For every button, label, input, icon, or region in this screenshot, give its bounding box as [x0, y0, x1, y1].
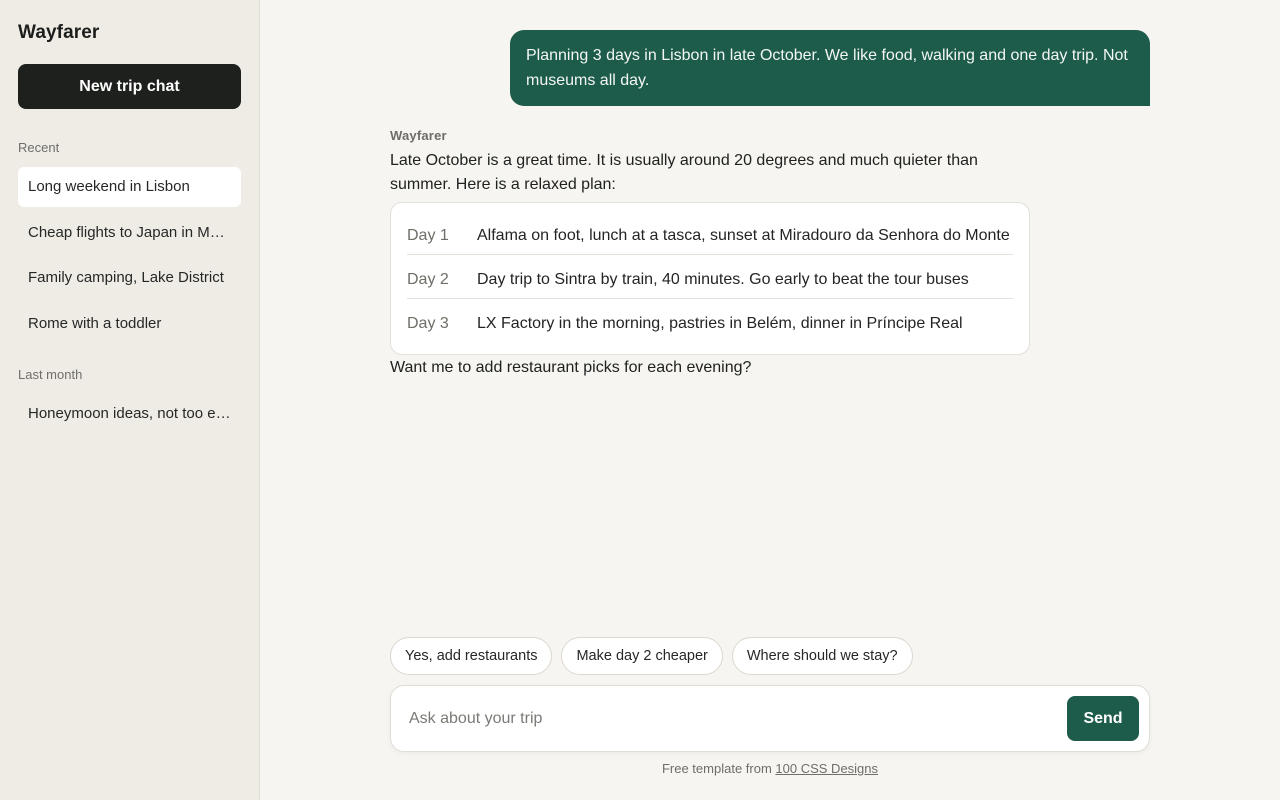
footer-credit: Free template from 100 CSS Designs	[390, 761, 1150, 776]
assistant-intro: Late October is a great time. It is usua…	[390, 152, 978, 193]
sidebar-item-family-camping[interactable]: Family camping, Lake District	[18, 258, 241, 298]
suggestion-cheaper-day-2[interactable]: Make day 2 cheaper	[561, 637, 723, 675]
sidebar-item-japan-flights[interactable]: Cheap flights to Japan in March	[18, 213, 241, 253]
chat-main: Planning 3 days in Lisbon in late Octobe…	[260, 0, 1280, 800]
itinerary-desc: LX Factory in the morning, pastries in B…	[477, 315, 963, 332]
assistant-followup: Want me to add restaurant picks for each…	[390, 359, 752, 376]
sidebar-item-lisbon[interactable]: Long weekend in Lisbon	[18, 167, 241, 207]
sidebar-item-rome-toddler[interactable]: Rome with a toddler	[18, 304, 241, 344]
itinerary-card: Day 1 Alfama on foot, lunch at a tasca, …	[390, 202, 1030, 355]
itinerary-row: Day 1 Alfama on foot, lunch at a tasca, …	[407, 211, 1013, 255]
section-label-last-month: Last month	[18, 366, 83, 382]
footer-prefix: Free template from	[661, 761, 776, 776]
message-input[interactable]	[409, 704, 1049, 734]
itinerary-desc: Day trip to Sintra by train, 40 minutes.…	[477, 271, 969, 288]
itinerary-day: Day 3	[407, 315, 449, 332]
app-brand: Wayfarer	[18, 22, 100, 43]
suggestion-chips: Yes, add restaurants Make day 2 cheaper …	[390, 637, 913, 675]
message-composer: Send	[390, 685, 1150, 752]
itinerary-row: Day 3 LX Factory in the morning, pastrie…	[407, 299, 1013, 346]
new-trip-chat-button[interactable]: New trip chat	[18, 64, 241, 109]
user-message: Planning 3 days in Lisbon in late Octobe…	[510, 30, 1150, 106]
suggestion-add-restaurants[interactable]: Yes, add restaurants	[390, 637, 553, 675]
itinerary-day: Day 2	[407, 271, 449, 288]
assistant-name: Wayfarer	[390, 128, 447, 143]
itinerary-day: Day 1	[407, 227, 449, 244]
itinerary-desc: Alfama on foot, lunch at a tasca, sunset…	[477, 227, 1010, 244]
itinerary-row: Day 2 Day trip to Sintra by train, 40 mi…	[407, 255, 1013, 299]
sidebar: Wayfarer New trip chat Recent Long weeke…	[0, 0, 260, 800]
footer-link[interactable]: 100 CSS Designs	[775, 761, 878, 776]
section-label-recent: Recent	[18, 140, 60, 155]
sidebar-item-honeymoon[interactable]: Honeymoon ideas, not too expensive	[18, 394, 241, 434]
send-button[interactable]: Send	[1067, 696, 1139, 741]
suggestion-where-to-stay[interactable]: Where should we stay?	[731, 637, 913, 675]
assistant-message: Wayfarer Late October is a great time. I…	[390, 128, 1030, 380]
